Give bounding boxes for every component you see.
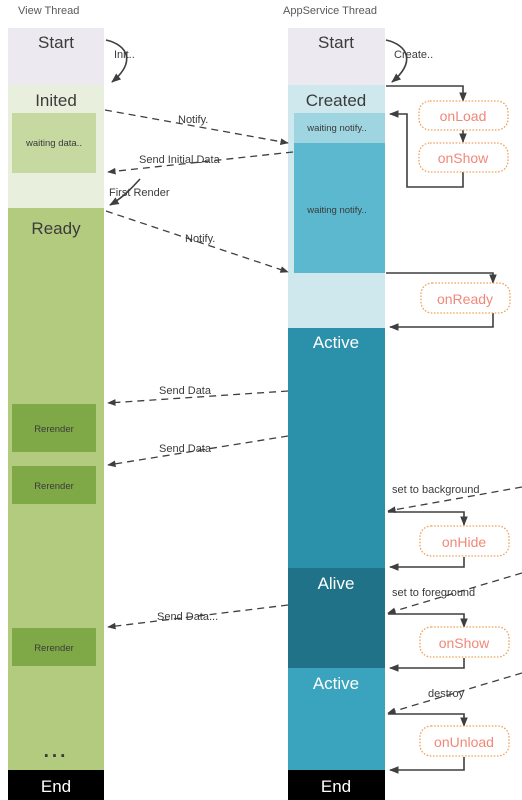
app-waiting-notify-label-2: waiting notify..: [306, 205, 367, 216]
app-waiting-notify-label-1: waiting notify..: [306, 123, 367, 134]
app-state-end-label: End: [321, 777, 351, 796]
view-rerender-label-1: Rerender: [34, 424, 74, 435]
lifecycle-hook-onload[interactable]: onLoad: [418, 100, 509, 131]
edge-send-data-2-label: Send Data: [159, 443, 212, 455]
app-state-active-1: [288, 328, 385, 568]
view-rerender-label-3: Rerender: [34, 643, 74, 654]
lifecycle-hook-onhide[interactable]: onHide: [419, 525, 510, 557]
lifecycle-hook-onunload[interactable]: onUnload: [419, 725, 510, 757]
app-state-active-label-2: Active: [313, 674, 359, 693]
edge-init-label: Init..: [114, 49, 135, 61]
lifecycle-hook-onshow-2[interactable]: onShow: [419, 626, 510, 658]
view-state-inited-label: Inited: [35, 91, 77, 110]
lifecycle-sequence-diagram: View Thread AppService Thread Start Init…: [0, 0, 522, 800]
edge-first-render-label: First Render: [109, 187, 170, 199]
appservice-thread-lane: Start Created waiting notify.. waiting n…: [288, 28, 385, 800]
view-ellipsis: ...: [44, 741, 69, 762]
view-state-end-label: End: [41, 777, 71, 796]
lane-title-appservice: AppService Thread: [283, 5, 377, 17]
edge-notify-2-label: Notify.: [185, 233, 215, 245]
hook-label-onshow-2: onShow: [439, 635, 490, 651]
edge-notify-1-label: Notify.: [178, 114, 208, 126]
lane-title-view: View Thread: [18, 5, 79, 17]
app-state-active-label-1: Active: [313, 333, 359, 352]
app-state-created-label: Created: [306, 91, 366, 110]
lifecycle-hook-onshow-1[interactable]: onShow: [418, 142, 509, 173]
edge-set-to-foreground-label: set to foreground: [392, 587, 475, 599]
edge-set-to-background-label: set to background: [392, 484, 479, 496]
edge-send-initial-data-label: Send Initial Data: [139, 154, 221, 166]
hook-label-onshow-1: onShow: [438, 150, 489, 166]
edge-send-data-1-label: Send Data: [159, 385, 212, 397]
hook-label-onload: onLoad: [440, 108, 487, 124]
edge-send-data-3-label: Send Data...: [157, 611, 218, 623]
view-state-start-label: Start: [38, 33, 74, 52]
hook-label-onunload: onUnload: [434, 734, 494, 750]
hook-label-onready: onReady: [437, 291, 493, 307]
edge-create-label: Create..: [394, 49, 433, 61]
view-waiting-data-label: waiting data..: [25, 138, 82, 149]
view-rerender-label-2: Rerender: [34, 481, 74, 492]
view-thread-lane: Start Inited waiting data.. Ready Rerend…: [8, 28, 104, 800]
app-state-start-label: Start: [318, 33, 354, 52]
view-state-ready-label: Ready: [31, 219, 81, 238]
edge-destroy-label: destroy: [428, 688, 465, 700]
hook-label-onhide: onHide: [442, 534, 487, 550]
app-state-alive-label: Alive: [318, 574, 355, 593]
lifecycle-hook-onready[interactable]: onReady: [420, 282, 511, 314]
